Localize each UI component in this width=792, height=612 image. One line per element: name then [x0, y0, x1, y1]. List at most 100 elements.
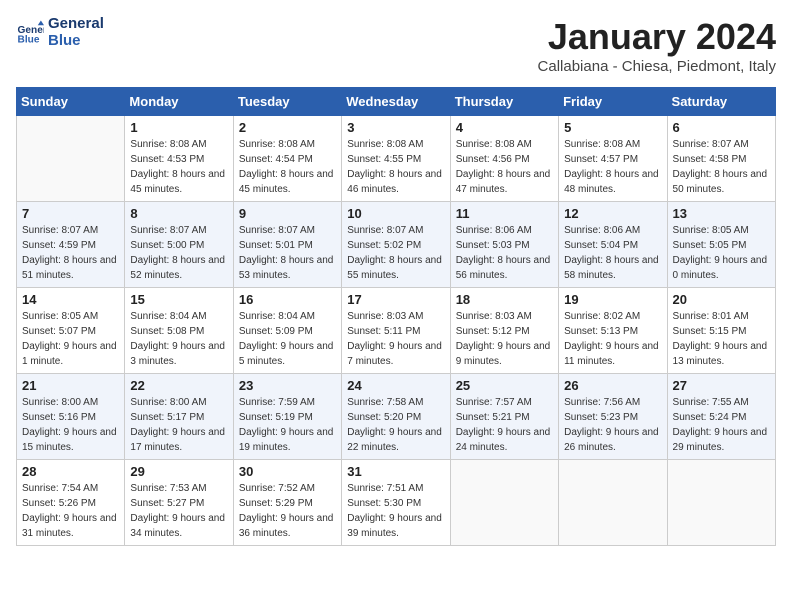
- calendar-cell: 17 Sunrise: 8:03 AMSunset: 5:11 PMDayligh…: [342, 288, 450, 374]
- day-info: Sunrise: 8:03 AMSunset: 5:11 PMDaylight:…: [347, 309, 444, 369]
- calendar-cell: 27 Sunrise: 7:55 AMSunset: 5:24 PMDayligh…: [667, 374, 775, 460]
- svg-text:Blue: Blue: [18, 34, 40, 45]
- day-info: Sunrise: 8:07 AMSunset: 5:00 PMDaylight:…: [130, 223, 227, 283]
- logo: General Blue General Blue: [16, 16, 104, 49]
- page-header: General Blue General Blue January 2024 C…: [16, 16, 776, 75]
- day-number: 14: [22, 292, 119, 307]
- day-number: 24: [347, 378, 444, 393]
- day-number: 30: [239, 464, 336, 479]
- calendar-cell: 26Sunrise: 7:56 AMSunset: 5:23 PMDayligh…: [559, 374, 667, 460]
- calendar-week-row: 28Sunrise: 7:54 AMSunset: 5:26 PMDayligh…: [17, 460, 776, 546]
- weekday-header: Sunday: [17, 88, 125, 116]
- day-info: Sunrise: 8:04 AMSunset: 5:08 PMDaylight:…: [130, 309, 227, 369]
- day-number: 29: [130, 464, 227, 479]
- weekday-header: Wednesday: [342, 88, 450, 116]
- calendar-cell: 25 Sunrise: 7:57 AMSunset: 5:21 PMDayligh…: [450, 374, 558, 460]
- calendar-cell: 14 Sunrise: 8:05 AMSunset: 5:07 PMDayligh…: [17, 288, 125, 374]
- calendar-subtitle: Callabiana - Chiesa, Piedmont, Italy: [538, 58, 776, 75]
- weekday-header: Monday: [125, 88, 233, 116]
- day-number: 19: [564, 292, 661, 307]
- calendar-cell: 3Sunrise: 8:08 AMSunset: 4:55 PMDaylight…: [342, 116, 450, 202]
- calendar-cell: 23Sunrise: 7:59 AMSunset: 5:19 PMDayligh…: [233, 374, 341, 460]
- calendar-cell: 21Sunrise: 8:00 AMSunset: 5:16 PMDayligh…: [17, 374, 125, 460]
- day-info: Sunrise: 8:08 AMSunset: 4:55 PMDaylight:…: [347, 137, 444, 197]
- day-info: Sunrise: 8:07 AMSunset: 5:01 PMDaylight:…: [239, 223, 336, 283]
- calendar-title: January 2024: [538, 16, 776, 58]
- day-info: Sunrise: 8:02 AMSunset: 5:13 PMDaylight:…: [564, 309, 661, 369]
- weekday-header-row: SundayMondayTuesdayWednesdayThursdayFrid…: [17, 88, 776, 116]
- calendar-week-row: 21Sunrise: 8:00 AMSunset: 5:16 PMDayligh…: [17, 374, 776, 460]
- day-number: 10: [347, 206, 444, 221]
- day-number: 18: [456, 292, 553, 307]
- calendar-cell: 20Sunrise: 8:01 AMSunset: 5:15 PMDayligh…: [667, 288, 775, 374]
- day-number: 11: [456, 206, 553, 221]
- logo-line2: Blue: [48, 33, 104, 50]
- calendar-cell: 22 Sunrise: 8:00 AMSunset: 5:17 PMDayligh…: [125, 374, 233, 460]
- day-number: 4: [456, 120, 553, 135]
- day-number: 9: [239, 206, 336, 221]
- calendar-cell: 24 Sunrise: 7:58 AMSunset: 5:20 PMDayligh…: [342, 374, 450, 460]
- calendar-cell: 16 Sunrise: 8:04 AMSunset: 5:09 PMDayligh…: [233, 288, 341, 374]
- title-area: January 2024 Callabiana - Chiesa, Piedmo…: [538, 16, 776, 75]
- day-number: 25: [456, 378, 553, 393]
- day-number: 31: [347, 464, 444, 479]
- day-number: 20: [673, 292, 770, 307]
- calendar-cell: 12Sunrise: 8:06 AMSunset: 5:04 PMDayligh…: [559, 202, 667, 288]
- calendar-cell: 1 Sunrise: 8:08 AMSunset: 4:53 PMDaylight…: [125, 116, 233, 202]
- day-info: Sunrise: 7:51 AMSunset: 5:30 PMDaylight:…: [347, 481, 444, 541]
- calendar-cell: 28Sunrise: 7:54 AMSunset: 5:26 PMDayligh…: [17, 460, 125, 546]
- day-info: Sunrise: 8:07 AMSunset: 4:59 PMDaylight:…: [22, 223, 119, 283]
- calendar-cell: 18 Sunrise: 8:03 AMSunset: 5:12 PMDayligh…: [450, 288, 558, 374]
- calendar-cell: [667, 460, 775, 546]
- day-info: Sunrise: 8:08 AMSunset: 4:53 PMDaylight:…: [130, 137, 227, 197]
- day-info: Sunrise: 8:08 AMSunset: 4:56 PMDaylight:…: [456, 137, 553, 197]
- day-number: 5: [564, 120, 661, 135]
- day-number: 13: [673, 206, 770, 221]
- day-info: Sunrise: 8:05 AMSunset: 5:05 PMDaylight:…: [673, 223, 770, 283]
- day-info: Sunrise: 8:03 AMSunset: 5:12 PMDaylight:…: [456, 309, 553, 369]
- day-number: 17: [347, 292, 444, 307]
- day-info: Sunrise: 8:06 AMSunset: 5:03 PMDaylight:…: [456, 223, 553, 283]
- calendar-cell: 15 Sunrise: 8:04 AMSunset: 5:08 PMDayligh…: [125, 288, 233, 374]
- day-number: 12: [564, 206, 661, 221]
- calendar-cell: 2 Sunrise: 8:08 AMSunset: 4:54 PMDaylight…: [233, 116, 341, 202]
- day-info: Sunrise: 7:57 AMSunset: 5:21 PMDaylight:…: [456, 395, 553, 455]
- day-number: 8: [130, 206, 227, 221]
- day-number: 26: [564, 378, 661, 393]
- day-number: 23: [239, 378, 336, 393]
- day-info: Sunrise: 7:55 AMSunset: 5:24 PMDaylight:…: [673, 395, 770, 455]
- day-number: 7: [22, 206, 119, 221]
- calendar-cell: [450, 460, 558, 546]
- day-info: Sunrise: 8:07 AMSunset: 4:58 PMDaylight:…: [673, 137, 770, 197]
- calendar-cell: 29Sunrise: 7:53 AMSunset: 5:27 PMDayligh…: [125, 460, 233, 546]
- day-info: Sunrise: 8:05 AMSunset: 5:07 PMDaylight:…: [22, 309, 119, 369]
- day-info: Sunrise: 8:07 AMSunset: 5:02 PMDaylight:…: [347, 223, 444, 283]
- day-info: Sunrise: 7:52 AMSunset: 5:29 PMDaylight:…: [239, 481, 336, 541]
- calendar-cell: 4 Sunrise: 8:08 AMSunset: 4:56 PMDaylight…: [450, 116, 558, 202]
- day-number: 27: [673, 378, 770, 393]
- day-info: Sunrise: 8:08 AMSunset: 4:54 PMDaylight:…: [239, 137, 336, 197]
- calendar-week-row: 14 Sunrise: 8:05 AMSunset: 5:07 PMDayligh…: [17, 288, 776, 374]
- calendar-cell: 6Sunrise: 8:07 AMSunset: 4:58 PMDaylight…: [667, 116, 775, 202]
- calendar-cell: 30 Sunrise: 7:52 AMSunset: 5:29 PMDayligh…: [233, 460, 341, 546]
- day-info: Sunrise: 8:00 AMSunset: 5:17 PMDaylight:…: [130, 395, 227, 455]
- weekday-header: Tuesday: [233, 88, 341, 116]
- logo-icon: General Blue: [16, 19, 44, 47]
- day-number: 1: [130, 120, 227, 135]
- day-info: Sunrise: 7:54 AMSunset: 5:26 PMDaylight:…: [22, 481, 119, 541]
- day-number: 2: [239, 120, 336, 135]
- calendar-week-row: 1 Sunrise: 8:08 AMSunset: 4:53 PMDaylight…: [17, 116, 776, 202]
- calendar-cell: 5 Sunrise: 8:08 AMSunset: 4:57 PMDaylight…: [559, 116, 667, 202]
- day-info: Sunrise: 7:58 AMSunset: 5:20 PMDaylight:…: [347, 395, 444, 455]
- calendar-cell: 19 Sunrise: 8:02 AMSunset: 5:13 PMDayligh…: [559, 288, 667, 374]
- weekday-header: Thursday: [450, 88, 558, 116]
- day-number: 22: [130, 378, 227, 393]
- calendar-cell: 9 Sunrise: 8:07 AMSunset: 5:01 PMDaylight…: [233, 202, 341, 288]
- calendar-table: SundayMondayTuesdayWednesdayThursdayFrid…: [16, 87, 776, 546]
- day-info: Sunrise: 8:08 AMSunset: 4:57 PMDaylight:…: [564, 137, 661, 197]
- calendar-cell: 13 Sunrise: 8:05 AMSunset: 5:05 PMDayligh…: [667, 202, 775, 288]
- day-number: 15: [130, 292, 227, 307]
- day-number: 16: [239, 292, 336, 307]
- day-info: Sunrise: 8:04 AMSunset: 5:09 PMDaylight:…: [239, 309, 336, 369]
- calendar-week-row: 7 Sunrise: 8:07 AMSunset: 4:59 PMDaylight…: [17, 202, 776, 288]
